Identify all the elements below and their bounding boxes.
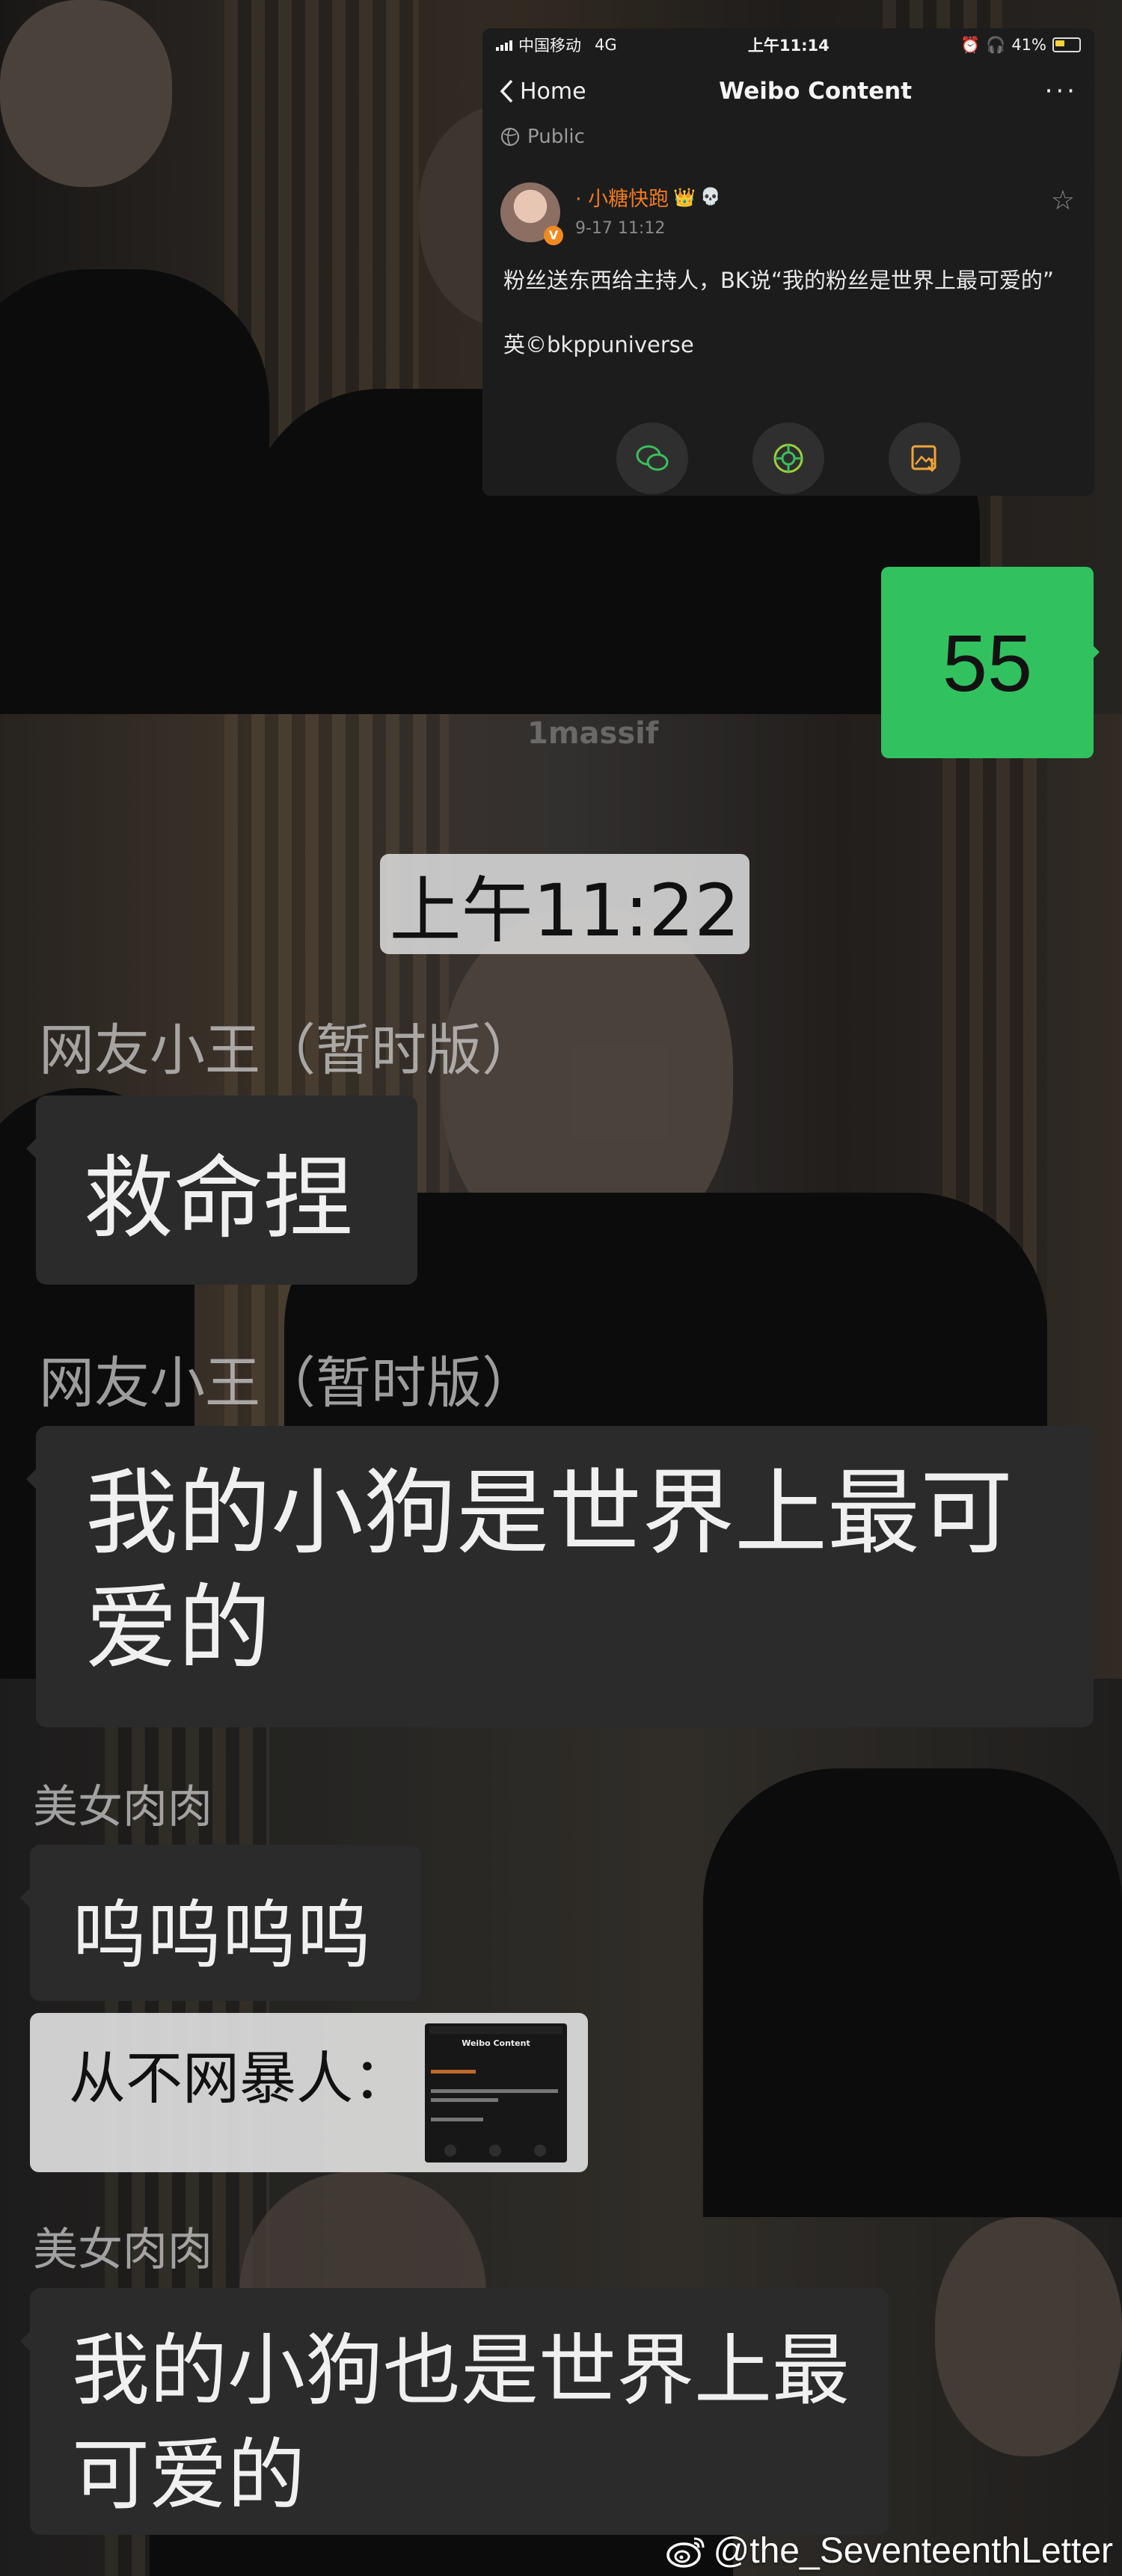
back-button[interactable]: Home: [499, 79, 586, 105]
navigation-bar: Home Weibo Content ···: [482, 61, 1094, 121]
chat-timestamp: 上午11:22: [380, 854, 749, 954]
sender-name: 网友小王（暂时版）: [39, 1351, 537, 1415]
page-title: Weibo Content: [719, 78, 913, 105]
battery-percent: 41%: [1011, 36, 1046, 54]
credit-handle: @the_SeventeenthLetter: [713, 2531, 1113, 2571]
visibility-indicator: Public: [482, 121, 1094, 153]
sender-name: 美女肉肉: [33, 2224, 212, 2276]
verified-badge-icon: V: [544, 226, 563, 245]
status-time: 上午11:14: [747, 37, 830, 55]
skull-emoji-icon: 💀: [700, 188, 721, 206]
moments-icon[interactable]: [752, 422, 824, 494]
globe-icon: [500, 127, 520, 147]
battery-icon: [1052, 37, 1081, 52]
post-credit: 英©bkppuniverse: [503, 332, 694, 357]
received-message-bubble[interactable]: 呜呜呜呜: [20, 1845, 421, 2001]
visibility-label: Public: [527, 126, 585, 148]
network-label: 4G: [595, 36, 617, 54]
username-link[interactable]: · 小糖快跑 👑 💀: [575, 182, 720, 212]
back-label: Home: [520, 78, 586, 105]
post-header: V · 小糖快跑 👑 💀 9-17 11:12 ☆: [482, 153, 1094, 245]
carrier-label: 中国移动: [518, 37, 581, 55]
wechat-icon[interactable]: [616, 422, 688, 494]
quoted-image-thumbnail[interactable]: Weibo Content: [425, 2023, 567, 2162]
chevron-left-icon: [500, 79, 513, 103]
received-message-bubble[interactable]: 我的小狗也是世界上最可爱的: [20, 2288, 889, 2535]
more-options-button[interactable]: ···: [1045, 76, 1078, 106]
headphones-icon: 🎧: [986, 35, 1006, 54]
save-image-icon[interactable]: [889, 422, 960, 494]
weibo-screenshot-card: 中国移动 4G 上午11:14 ⏰ 🎧 41% Home Weibo Conte…: [482, 28, 1094, 496]
quoted-reply[interactable]: 从不网暴人： Weibo Content: [30, 2013, 588, 2172]
sent-message-bubble[interactable]: 55: [881, 567, 1100, 758]
received-message-bubble[interactable]: 救命捏: [26, 1095, 417, 1285]
username: · 小糖快跑: [575, 188, 669, 211]
post-text: 粉丝送东西给主持人，BK说“我的粉丝是世界上最可爱的”: [503, 268, 1054, 293]
signal-icon: [496, 39, 512, 51]
sender-name: 美女肉肉: [33, 1781, 212, 1833]
share-bar: [482, 422, 1094, 494]
alarm-icon: ⏰: [960, 35, 981, 54]
thumbnail-title: Weibo Content: [462, 2038, 530, 2048]
status-bar: 中国移动 4G 上午11:14 ⏰ 🎧 41%: [482, 28, 1094, 61]
member-crown-icon: 👑: [673, 186, 696, 208]
avatar[interactable]: V: [500, 182, 563, 245]
weibo-logo-icon: [666, 2537, 705, 2568]
received-message-bubble[interactable]: 我的小狗是世界上最可爱的: [26, 1426, 1094, 1727]
image-credit: @the_SeventeenthLetter: [666, 2530, 1113, 2572]
sender-name: 网友小王（暂时版）: [39, 1018, 537, 1083]
quoted-reply-text: 从不网暴人：: [69, 2045, 410, 2112]
video-watermark: 1massif: [527, 716, 659, 751]
post-date: 9-17 11:12: [575, 219, 666, 238]
favorite-star-icon[interactable]: ☆: [1051, 185, 1075, 216]
